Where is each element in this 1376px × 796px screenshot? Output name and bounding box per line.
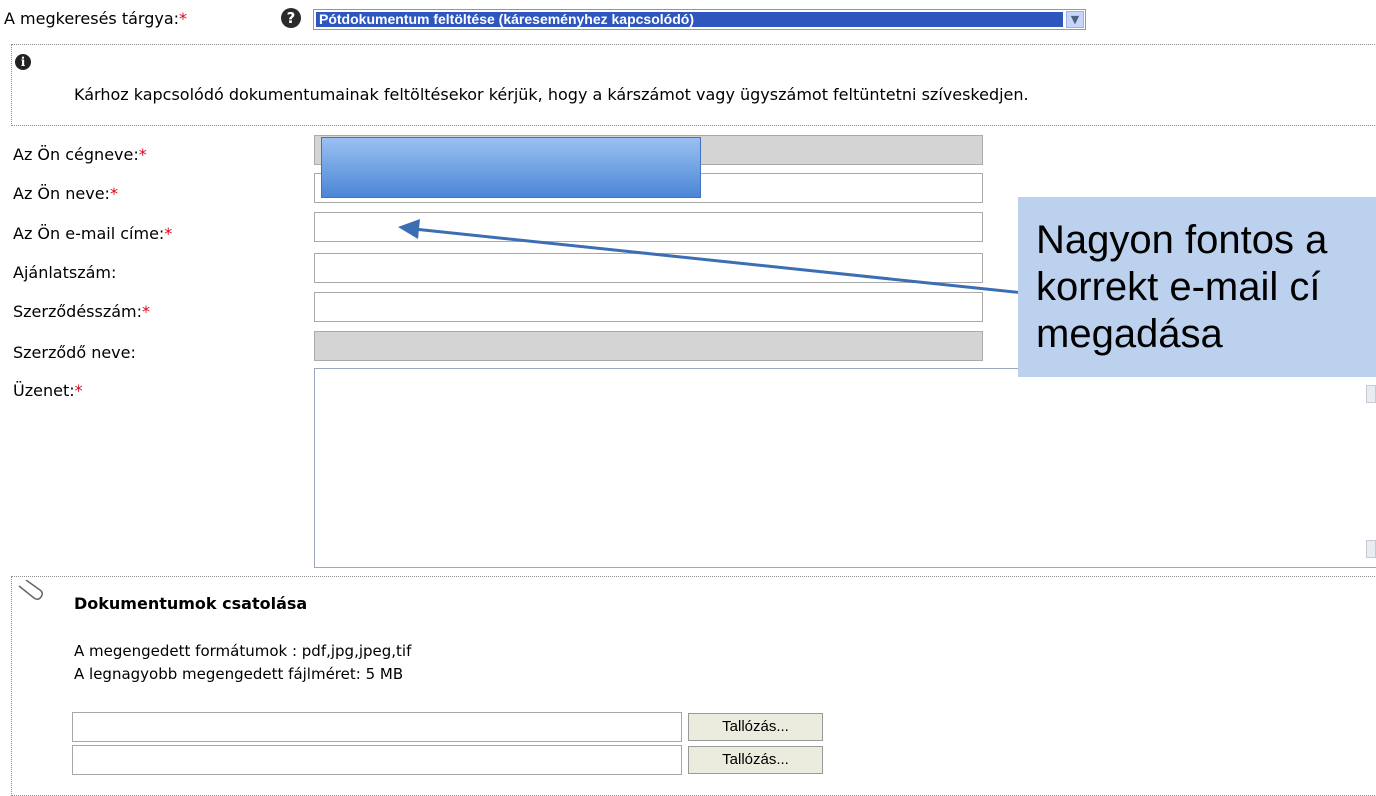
allowed-formats-text: A megengedett formátumok : pdf,jpg,jpeg,…: [74, 642, 412, 660]
file-input[interactable]: [72, 712, 682, 742]
subject-selected-value: Pótdokumentum feltöltése (káreseményhez …: [316, 12, 1063, 27]
browse-button[interactable]: Tallózás...: [688, 713, 823, 741]
contractor-name-label: Szerződő neve:: [13, 343, 136, 362]
contract-number-label: Szerződésszám:*: [13, 302, 151, 321]
scrollbar-up-button[interactable]: [1366, 385, 1376, 403]
annotation-callout: Nagyon fontos a korrekt e-mail cí megadá…: [1018, 197, 1376, 377]
scrollbar-down-button[interactable]: [1366, 540, 1376, 558]
info-text: Kárhoz kapcsolódó dokumentumainak feltöl…: [74, 85, 1029, 104]
subject-label: A megkeresés tárgya:*: [4, 9, 188, 28]
offer-number-label: Ajánlatszám:: [13, 263, 117, 282]
subject-select[interactable]: Pótdokumentum feltöltése (káreseményhez …: [313, 9, 1086, 30]
chevron-down-icon[interactable]: ▼: [1066, 11, 1084, 28]
company-label: Az Ön cégneve:*: [13, 145, 147, 164]
browse-button[interactable]: Tallózás...: [688, 746, 823, 774]
message-textarea[interactable]: [314, 368, 1376, 568]
max-size-text: A legnagyobb megengedett fájlméret: 5 MB: [74, 665, 404, 683]
offer-number-field[interactable]: [314, 253, 983, 283]
email-field[interactable]: [314, 212, 983, 242]
callout-line: megadása: [1036, 312, 1223, 356]
help-icon[interactable]: ?: [281, 8, 301, 28]
file-input[interactable]: [72, 745, 682, 775]
email-label: Az Ön e-mail címe:*: [13, 224, 173, 243]
callout-line: Nagyon fontos a: [1036, 218, 1328, 262]
name-label: Az Ön neve:*: [13, 184, 118, 203]
message-label: Üzenet:*: [13, 381, 83, 400]
attachments-title: Dokumentumok csatolása: [74, 594, 308, 613]
required-mark: *: [179, 9, 188, 28]
contract-number-field[interactable]: [314, 292, 983, 322]
redaction-block: [321, 137, 701, 198]
contractor-name-field[interactable]: [314, 331, 983, 361]
info-icon: i: [15, 54, 31, 70]
paperclip-icon: [18, 580, 44, 601]
callout-line: korrekt e-mail cí: [1036, 265, 1321, 309]
